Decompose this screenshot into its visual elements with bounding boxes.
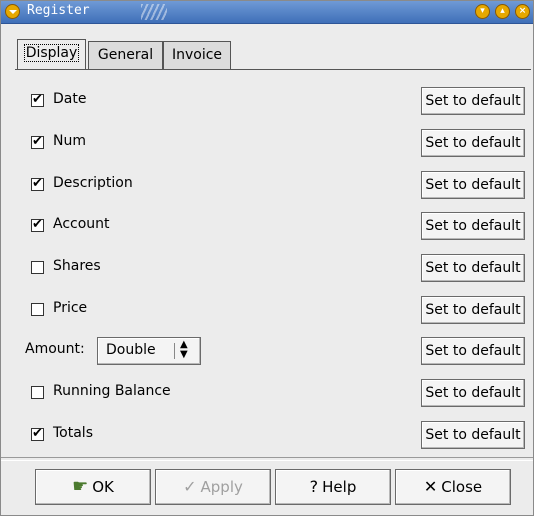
shares-label: Shares: [53, 258, 101, 274]
amount-select[interactable]: Double ▲ ▼: [97, 337, 201, 365]
display-panel: ✔ Date Set to default ✔ Num Set to defau…: [15, 69, 531, 451]
button-bar-separator: [1, 457, 533, 461]
apply-label: Apply: [200, 478, 243, 496]
running-balance-label: Running Balance: [53, 383, 171, 399]
totals-label: Totals: [53, 425, 93, 441]
row-date: ✔ Date Set to default: [15, 86, 531, 116]
date-label: Date: [53, 91, 87, 107]
shares-default-button[interactable]: Set to default: [421, 254, 525, 282]
maximize-icon[interactable]: [495, 4, 510, 19]
amount-label: Amount:: [25, 341, 85, 357]
title-bar[interactable]: Register: [1, 1, 533, 24]
window-menu-icon[interactable]: [5, 4, 20, 19]
description-default-button[interactable]: Set to default: [421, 171, 525, 199]
num-checkbox[interactable]: ✔: [31, 134, 44, 149]
tab-invoice[interactable]: Invoice: [163, 41, 231, 69]
minimize-icon[interactable]: [475, 4, 490, 19]
tab-general-label: General: [97, 47, 154, 63]
help-button[interactable]: ? Help: [275, 469, 391, 505]
description-checkbox[interactable]: ✔: [31, 176, 44, 191]
running-balance-default-button[interactable]: Set to default: [421, 379, 525, 407]
amount-default-button[interactable]: Set to default: [421, 337, 525, 365]
up-down-arrows-icon: ▲ ▼: [180, 339, 188, 360]
row-num: ✔ Num Set to default: [15, 128, 531, 158]
date-checkbox[interactable]: ✔: [31, 92, 44, 107]
register-window: Register Display General Invoice ✔ Date …: [0, 0, 534, 516]
tab-display-label: Display: [23, 44, 80, 62]
ok-label: OK: [92, 478, 114, 496]
title-grip: [141, 4, 167, 20]
totals-checkbox[interactable]: ✔: [31, 426, 44, 441]
price-default-button[interactable]: Set to default: [421, 296, 525, 324]
account-label: Account: [53, 216, 110, 232]
price-label: Price: [53, 300, 88, 316]
row-totals: ✔ Totals Set to default: [15, 420, 531, 450]
x-icon: ✕: [423, 477, 438, 496]
shares-checkbox[interactable]: [31, 261, 44, 274]
tab-general[interactable]: General: [88, 41, 163, 69]
apply-button[interactable]: ✓ Apply: [155, 469, 271, 505]
ok-button[interactable]: ☛ OK: [35, 469, 151, 505]
date-default-button[interactable]: Set to default: [421, 87, 525, 115]
price-checkbox[interactable]: [31, 303, 44, 316]
row-shares: Shares Set to default: [15, 253, 531, 283]
question-icon: ?: [309, 477, 319, 496]
account-checkbox[interactable]: ✔: [31, 217, 44, 232]
row-account: ✔ Account Set to default: [15, 211, 531, 241]
row-description: ✔ Description Set to default: [15, 170, 531, 200]
help-label: Help: [322, 478, 357, 496]
window-title: Register: [27, 3, 90, 18]
close-window-icon[interactable]: [515, 4, 530, 19]
account-default-button[interactable]: Set to default: [421, 212, 525, 240]
check-icon: ✓: [183, 477, 197, 496]
description-label: Description: [53, 175, 133, 191]
running-balance-checkbox[interactable]: [31, 386, 44, 399]
dialog-button-bar: ☛ OK ✓ Apply ? Help ✕ Close: [1, 467, 534, 507]
close-button[interactable]: ✕ Close: [395, 469, 511, 505]
num-label: Num: [53, 133, 86, 149]
tab-display[interactable]: Display: [17, 39, 86, 70]
amount-select-value: Double: [106, 342, 156, 358]
amount-select-divider: [174, 343, 175, 359]
row-price: Price Set to default: [15, 295, 531, 325]
ok-hand-icon: ☛: [72, 476, 89, 497]
row-amount: Amount: Double ▲ ▼ Set to default: [15, 336, 531, 366]
totals-default-button[interactable]: Set to default: [421, 421, 525, 449]
close-label: Close: [441, 478, 483, 496]
row-running-balance: Running Balance Set to default: [15, 378, 531, 408]
tab-invoice-label: Invoice: [171, 47, 223, 63]
num-default-button[interactable]: Set to default: [421, 129, 525, 157]
